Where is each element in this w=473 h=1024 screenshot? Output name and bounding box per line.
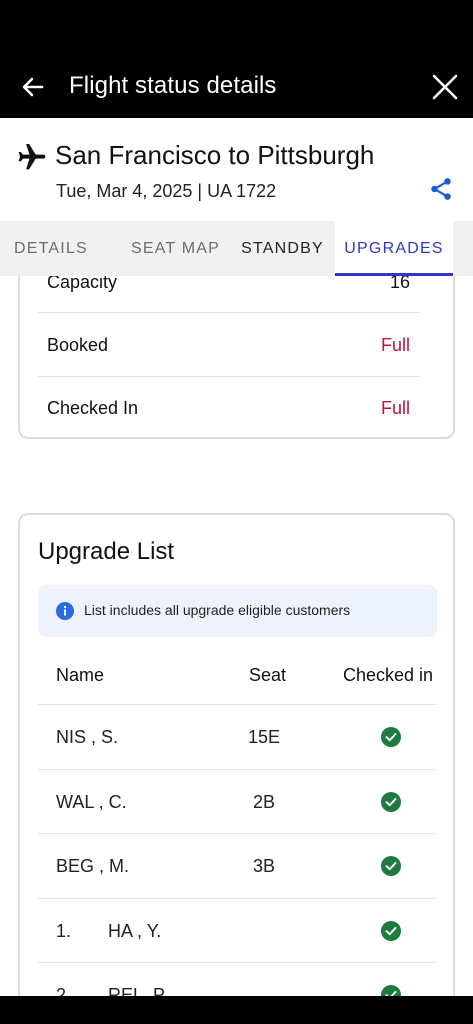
flight-route: San Francisco to Pittsburgh [55,140,375,170]
navigation-bar [0,996,473,1024]
table-row: NIS , S. 15E [38,705,437,769]
tab-seat-map[interactable]: SEAT MAP [121,221,230,276]
column-checked-in: Checked in [343,665,434,685]
row-value: Full [380,335,410,355]
check-circle-icon [381,856,401,876]
check-circle-icon [381,727,401,747]
passenger-name: NIS , S. [56,727,119,747]
app-bar: Flight status details [0,56,473,118]
column-seat: Seat [249,665,287,685]
table-row: BEG , M. 3B [38,834,437,898]
seat-value: 15E [247,727,281,747]
tab-details[interactable]: DETAILS [0,221,121,276]
check-circle-icon [381,792,401,812]
check-circle-icon [381,921,401,941]
row-number: 1. [56,921,72,941]
flight-header: San Francisco to Pittsburgh Tue, Mar 4, … [0,118,473,221]
airplane-icon [18,144,46,170]
status-bar [0,0,473,56]
table-row: 1. HA , Y. [38,899,437,963]
checked-in-row: Checked In Full [38,376,420,439]
table-header: Name Seat Checked in [38,643,437,706]
share-icon[interactable] [428,176,454,202]
tab-standby[interactable]: STANDBY [230,221,335,276]
section-title: Upgrade List [38,538,175,565]
table-row: WAL , C. 2B [38,770,437,834]
seat-value: 2B [252,792,276,812]
row-label: Checked In [47,398,139,418]
close-icon[interactable] [428,70,462,104]
row-value: Full [380,398,410,418]
info-text: List includes all upgrade eligible custo… [84,602,351,618]
passenger-name: BEG , M. [56,856,130,876]
tab-bar: DETAILS SEAT MAP STANDBY UPGRADES [0,221,473,276]
info-banner: List includes all upgrade eligible custo… [38,585,437,637]
capacity-card: Capacity 16 Booked Full Checked In Full [18,250,455,439]
page-title: Flight status details [69,72,277,99]
passenger-name: HA , Y. [108,921,162,941]
tab-upgrades[interactable]: UPGRADES [335,221,453,276]
upgrade-list-card: Upgrade List List includes all upgrade e… [18,513,455,1013]
booked-row: Booked Full [38,313,420,376]
column-name: Name [56,665,105,685]
flight-date-number: Tue, Mar 4, 2025 | UA 1722 [56,181,277,201]
seat-value: 3B [252,856,276,876]
arrow-left-icon[interactable] [18,72,48,102]
info-icon [56,602,74,620]
passenger-name: WAL , C. [56,792,127,812]
row-label: Booked [47,335,109,355]
